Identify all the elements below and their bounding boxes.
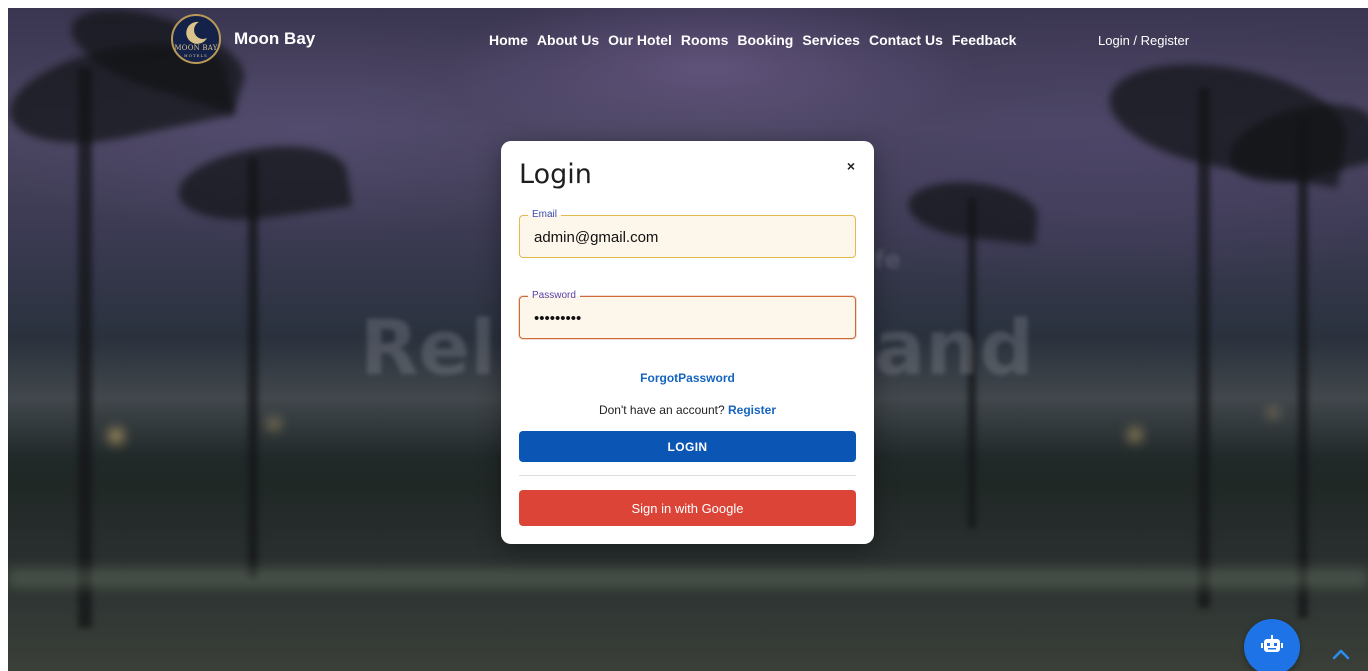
register-link[interactable]: Register (728, 403, 776, 417)
hero-subtitle-fragment: fe (874, 246, 901, 274)
brand-name: Moon Bay (234, 29, 316, 48)
chatbot-button[interactable] (1244, 619, 1300, 671)
hero-title-right: and (874, 303, 1034, 392)
nav-contact-us[interactable]: Contact Us (869, 32, 943, 48)
moon-bay-logo: MOON BAY HOTELS (171, 14, 221, 64)
email-label: Email (528, 209, 562, 221)
modal-title: Login (519, 159, 592, 190)
forgot-password-link[interactable]: ForgotPassword (501, 371, 874, 385)
login-button[interactable]: LOGIN (519, 431, 856, 462)
chevron-up-icon (1332, 649, 1350, 660)
nav-home[interactable]: Home (489, 32, 528, 48)
close-icon[interactable]: × (842, 157, 860, 175)
nav-services[interactable]: Services (802, 32, 860, 48)
register-prompt: Don't have an account? Register (501, 403, 874, 417)
password-label: Password (528, 290, 580, 302)
login-modal: Login × Email Password ForgotPassword Do… (501, 141, 874, 544)
hero-title-left: Rel (360, 303, 497, 392)
page: Rel and fe MOON BAY HOTELS Moon Bay Home… (0, 0, 1368, 671)
robot-icon (1261, 635, 1283, 652)
main-nav: Home About Us Our Hotel Rooms Booking Se… (489, 32, 1025, 48)
nav-about-us[interactable]: About Us (537, 32, 599, 48)
email-field: Email (519, 209, 856, 258)
google-sign-in-button[interactable]: Sign in with Google (519, 490, 856, 526)
divider (519, 475, 856, 476)
logo-text: MOON BAY (174, 44, 218, 52)
password-input[interactable] (534, 308, 834, 328)
nav-booking[interactable]: Booking (737, 32, 793, 48)
nav-our-hotel[interactable]: Our Hotel (608, 32, 672, 48)
navbar: MOON BAY HOTELS Moon Bay Home About Us O… (8, 8, 1368, 72)
no-account-text: Don't have an account? (598, 403, 728, 417)
nav-rooms[interactable]: Rooms (681, 32, 728, 48)
scroll-top-button[interactable] (1330, 643, 1352, 665)
brand-link[interactable]: MOON BAY HOTELS Moon Bay (171, 14, 315, 64)
password-field: Password (519, 290, 856, 339)
nav-feedback[interactable]: Feedback (952, 32, 1017, 48)
nav-login-register[interactable]: Login / Register (1098, 33, 1189, 48)
email-input[interactable] (534, 227, 834, 247)
logo-subtext: HOTELS (184, 53, 208, 58)
